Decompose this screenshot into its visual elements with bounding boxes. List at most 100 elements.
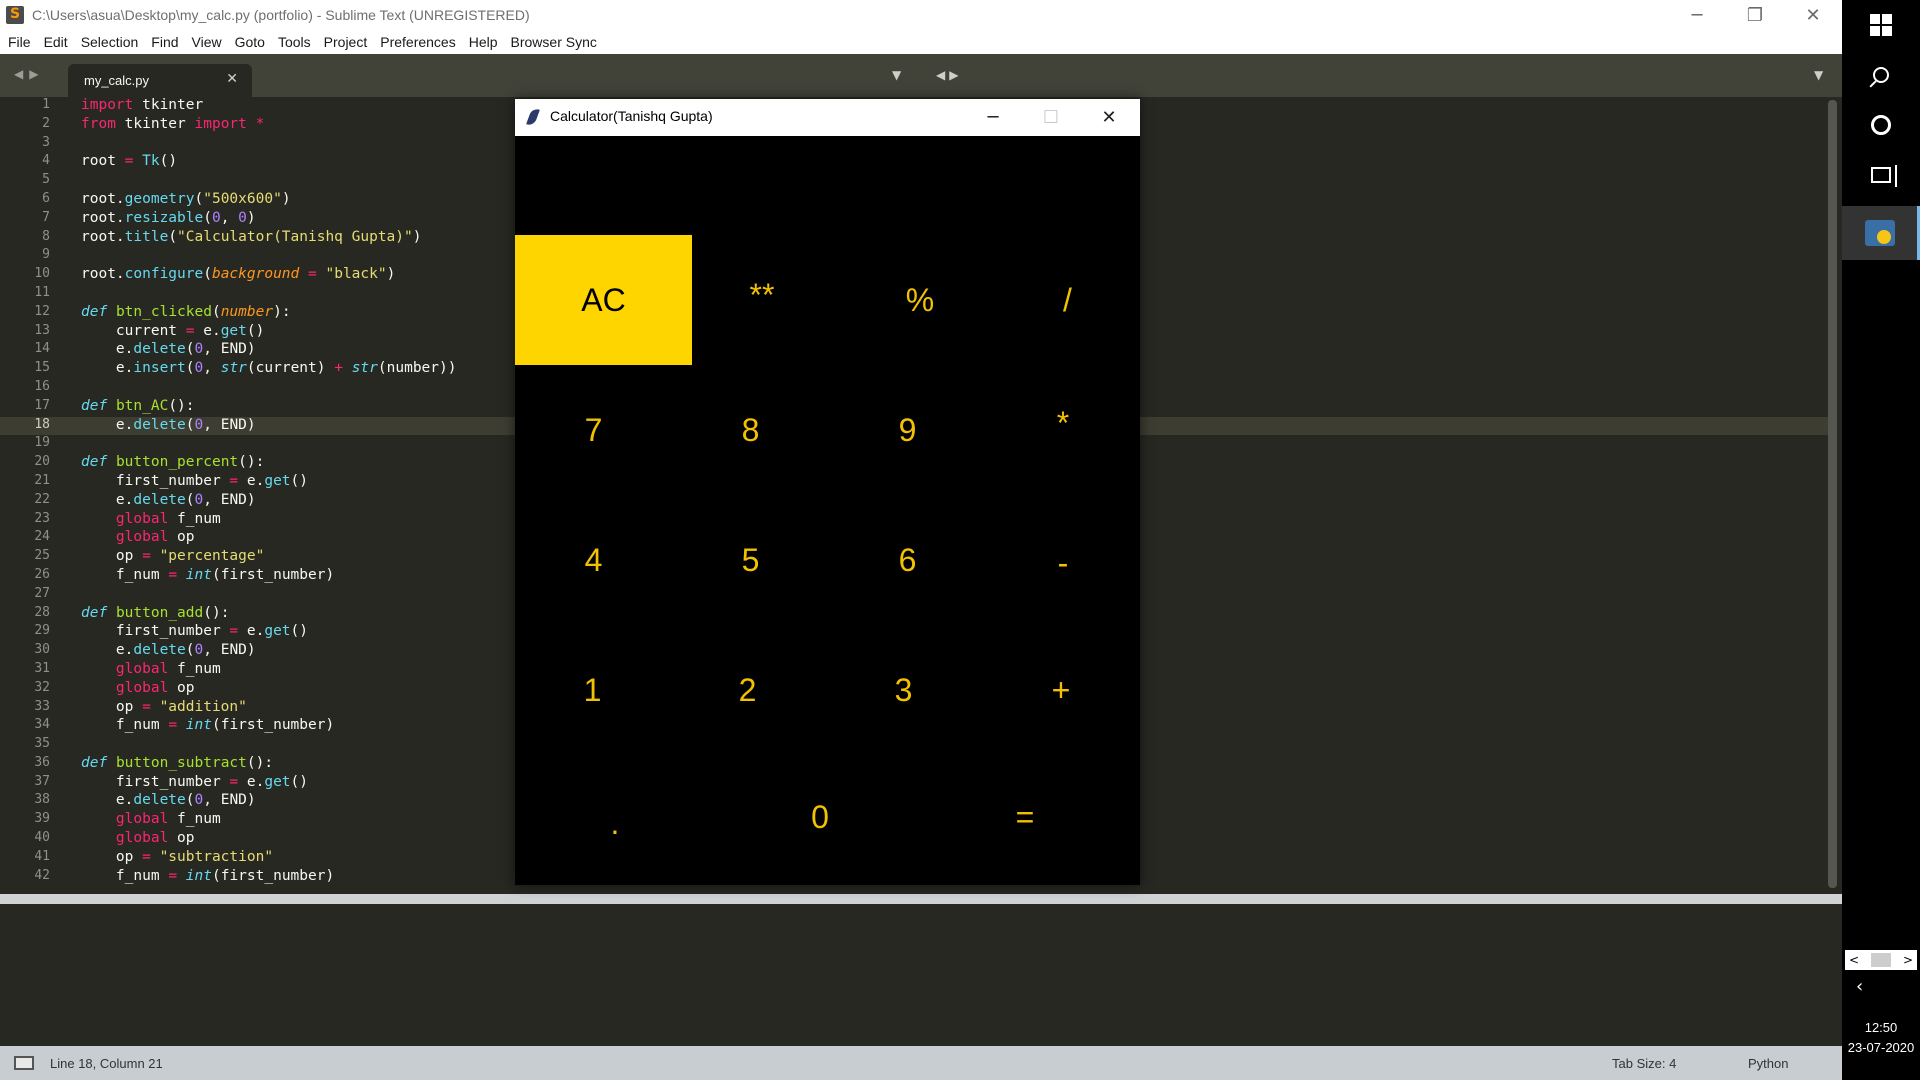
minimize-button[interactable]: ─ <box>1668 0 1726 30</box>
power-button[interactable]: ** <box>687 235 837 355</box>
calculator-window: Calculator(Tanishq Gupta) ─ ☐ ✕ AC ** % … <box>515 99 1140 885</box>
menu-preferences[interactable]: Preferences <box>380 34 455 50</box>
status-bar: Line 18, Column 21 Tab Size: 4 Python <box>0 1046 1842 1080</box>
panel-toggle-icon[interactable] <box>14 1056 34 1070</box>
digit-4-button[interactable]: 4 <box>515 495 672 625</box>
digit-0-button[interactable]: 0 <box>715 755 925 879</box>
digit-6-button[interactable]: 6 <box>829 495 986 625</box>
line-number: 17 <box>34 397 50 413</box>
subtract-button[interactable]: - <box>986 498 1140 628</box>
system-clock[interactable]: 12:50 23-07-2020 <box>1842 1018 1920 1058</box>
line-number: 38 <box>34 792 50 808</box>
tab-nav-arrows-icon[interactable]: ◀▶ <box>14 67 44 81</box>
decimal-button[interactable]: . <box>515 761 715 885</box>
tab-list-dropdown-icon[interactable]: ▼ <box>892 68 901 82</box>
task-view-button[interactable] <box>1842 150 1920 200</box>
line-number: 1 <box>42 97 50 112</box>
windows-logo-icon <box>1870 14 1892 36</box>
taskbar <box>1842 0 1920 1080</box>
chevron-right-icon[interactable]: > <box>1903 953 1913 967</box>
line-number: 29 <box>34 623 50 639</box>
search-icon <box>1873 67 1889 83</box>
search-button[interactable] <box>1842 50 1920 100</box>
line-number: 25 <box>34 548 50 564</box>
line-number: 41 <box>34 848 50 864</box>
panel-divider[interactable] <box>0 894 1842 904</box>
menu-project[interactable]: Project <box>324 34 368 50</box>
taskbar-scroller[interactable]: < > <box>1845 950 1917 970</box>
cursor-position[interactable]: Line 18, Column 21 <box>50 1056 163 1071</box>
line-number: 26 <box>34 566 50 582</box>
tab-nav-arrows-icon-2[interactable]: ◀▶ <box>936 68 962 82</box>
line-number: 5 <box>42 172 50 188</box>
digit-2-button[interactable]: 2 <box>670 625 825 755</box>
sublime-logo-icon <box>6 6 24 24</box>
clock-date: 23-07-2020 <box>1847 1040 1915 1055</box>
line-number: 23 <box>34 510 50 526</box>
editor-scrollbar[interactable] <box>1828 100 1837 888</box>
line-number: 30 <box>34 642 50 658</box>
window-controls: ─ ❐ ✕ <box>1668 0 1842 30</box>
cortana-button[interactable] <box>1842 100 1920 150</box>
tab-list-dropdown-icon-2[interactable]: ▼ <box>1814 68 1823 82</box>
maximize-button[interactable]: ❐ <box>1726 0 1784 30</box>
line-number: 2 <box>42 115 50 131</box>
clock-time: 12:50 <box>1864 1020 1898 1035</box>
calc-minimize-button[interactable]: ─ <box>964 99 1022 136</box>
divide-button[interactable]: / <box>995 235 1140 365</box>
python-icon <box>1864 220 1895 246</box>
line-number: 6 <box>42 190 50 206</box>
minimize-icon: ─ <box>987 107 999 128</box>
task-view-icon <box>1871 165 1897 187</box>
digit-7-button[interactable]: 7 <box>515 365 672 495</box>
tab-label: my_calc.py <box>84 73 150 88</box>
menu-help[interactable]: Help <box>469 34 498 50</box>
line-number: 3 <box>42 134 50 150</box>
line-number: 22 <box>34 491 50 507</box>
line-number: 13 <box>34 322 50 338</box>
line-number: 39 <box>34 811 50 827</box>
line-number: 19 <box>34 435 50 451</box>
menu-browser-sync[interactable]: Browser Sync <box>511 34 597 50</box>
scroll-thumb[interactable] <box>1871 953 1891 967</box>
tab-size[interactable]: Tab Size: 4 <box>1612 1056 1676 1071</box>
digit-3-button[interactable]: 3 <box>825 625 982 755</box>
menu-find[interactable]: Find <box>151 34 178 50</box>
menu-selection[interactable]: Selection <box>81 34 139 50</box>
tab-bar: ◀▶ my_calc.py ✕ ▼ ◀▶ ▼ <box>0 54 1842 97</box>
line-number: 32 <box>34 679 50 695</box>
line-number: 31 <box>34 660 50 676</box>
tab-my-calc[interactable]: my_calc.py ✕ <box>68 64 252 97</box>
percent-button[interactable]: % <box>845 235 995 365</box>
menu-tools[interactable]: Tools <box>278 34 311 50</box>
menu-file[interactable]: File <box>8 34 31 50</box>
close-button[interactable]: ✕ <box>1784 0 1842 30</box>
equals-button[interactable]: = <box>925 755 1125 879</box>
line-number: 34 <box>34 717 50 733</box>
line-number: 36 <box>34 754 50 770</box>
console-panel[interactable] <box>3 904 1841 1044</box>
digit-8-button[interactable]: 8 <box>672 365 829 495</box>
menu-view[interactable]: View <box>192 34 222 50</box>
minimize-icon: ─ <box>1691 4 1703 26</box>
tab-close-icon[interactable]: ✕ <box>226 71 238 87</box>
ac-button[interactable]: AC <box>515 235 692 365</box>
calc-close-button[interactable]: ✕ <box>1080 99 1138 136</box>
show-hidden-icons-chevron-icon[interactable]: ‹ <box>1856 976 1863 997</box>
digit-1-button[interactable]: 1 <box>515 625 670 755</box>
line-number: 4 <box>42 153 50 169</box>
line-number: 9 <box>42 247 50 263</box>
line-number-gutter: 1 2 3 4 5 6 7 8 9 10 11 12 13 14 15 16 1… <box>0 97 70 894</box>
menu-goto[interactable]: Goto <box>235 34 265 50</box>
restore-icon: ❐ <box>1746 4 1764 26</box>
digit-9-button[interactable]: 9 <box>829 365 986 495</box>
digit-5-button[interactable]: 5 <box>672 495 829 625</box>
add-button[interactable]: + <box>982 625 1140 755</box>
chevron-left-icon[interactable]: < <box>1849 953 1859 967</box>
taskbar-python-app[interactable] <box>1842 206 1920 260</box>
menu-edit[interactable]: Edit <box>44 34 68 50</box>
syntax-mode[interactable]: Python <box>1748 1056 1788 1071</box>
line-number: 11 <box>34 284 50 300</box>
start-button[interactable] <box>1842 0 1920 50</box>
multiply-button[interactable]: * <box>986 358 1140 488</box>
